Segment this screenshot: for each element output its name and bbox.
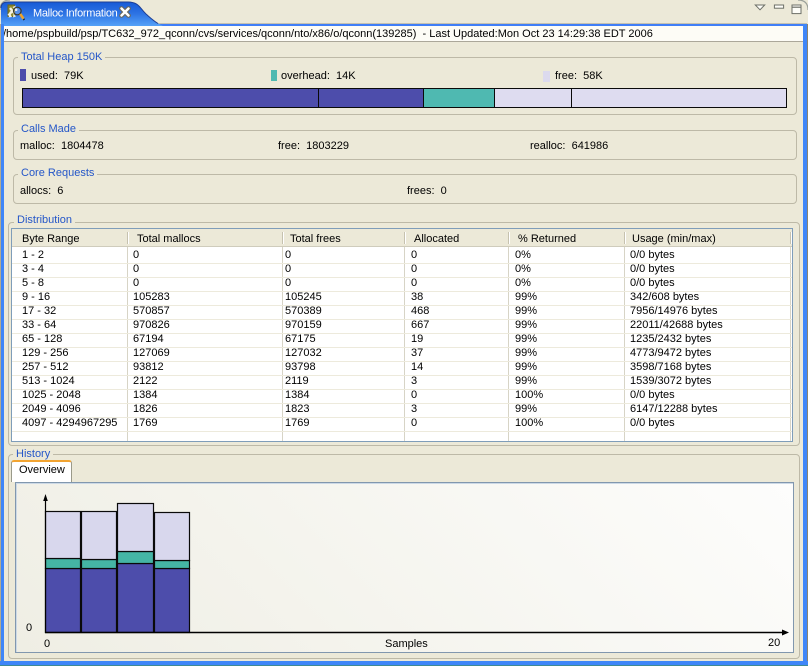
svg-text:Malloc Information: Malloc Information [33,8,118,20]
svg-text:0: 0 [26,622,32,634]
svg-text:Samples: Samples [385,638,428,650]
svg-text:20: 20 [768,637,780,649]
svg-text:0: 0 [44,638,50,650]
